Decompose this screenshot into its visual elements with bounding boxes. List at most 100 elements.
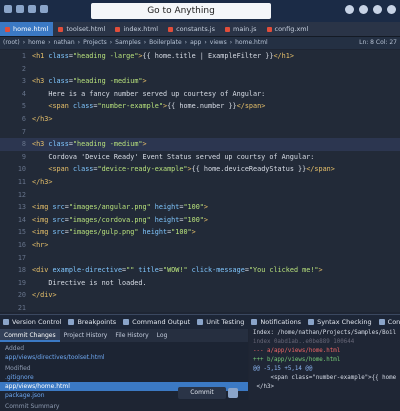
panel-tab-icon — [3, 319, 9, 325]
html5-icon — [266, 26, 272, 32]
panel-tab-breakpoints[interactable]: Breakpoints — [65, 315, 120, 329]
back-icon[interactable] — [16, 5, 24, 13]
panel-tab-icon — [123, 319, 130, 325]
tab-main-js[interactable]: main.js — [220, 22, 262, 36]
modified-label: Modified — [5, 365, 31, 372]
code-line: 12 — [0, 189, 400, 202]
html5-icon — [225, 26, 230, 32]
go-to-anything-search[interactable]: Go to Anything — [91, 3, 271, 19]
panel-tab-unit-testing[interactable]: Unit Testing — [194, 315, 248, 329]
diff-line: +++ b/app/views/home.html — [253, 357, 341, 363]
code-text: <span class="number-example">{{ home.num… — [48, 102, 266, 111]
code-text: <hr> — [32, 240, 49, 249]
line-number: 18 — [17, 266, 26, 275]
diff-line — [249, 392, 400, 400]
breadcrumb-item[interactable]: views — [207, 39, 230, 46]
panel-tab-icon — [197, 319, 204, 325]
line-number: 3 — [21, 77, 26, 86]
subtab-log[interactable]: Log — [153, 329, 172, 342]
layout-icon[interactable] — [373, 5, 382, 14]
diff-line: </h3> — [253, 384, 274, 390]
panel-tab-notifications[interactable]: Notifications — [248, 315, 305, 329]
html5-icon — [168, 26, 174, 32]
line-number: 9 — [21, 152, 26, 161]
added-label: Added — [5, 345, 25, 352]
panel-tab-label: Notifications — [260, 318, 302, 326]
panel-tab-console[interactable]: Console — [376, 315, 400, 329]
sync-icon[interactable] — [359, 5, 368, 14]
code-line: 4 Here is a fancy number served up court… — [0, 88, 400, 101]
code-text: Here is a fancy number served up courtes… — [32, 89, 266, 98]
code-text: </h3> — [32, 114, 53, 123]
breadcrumb-item[interactable]: app — [187, 39, 204, 46]
breadcrumb-item[interactable]: Samples — [112, 39, 144, 46]
subtab-project-history[interactable]: Project History — [60, 329, 112, 342]
breadcrumb-item[interactable]: home — [25, 39, 48, 46]
tab-home-html[interactable]: home.html — [0, 22, 54, 36]
code-line: 5 <span class="number-example">{{ home.n… — [0, 100, 400, 113]
code-editor[interactable]: 1 <h1 class="heading -large">{{ home.titl… — [0, 50, 400, 324]
panel-tab-syntax-checking[interactable]: Syntax Checking — [305, 315, 376, 329]
code-line: 19 Directive is not loaded. — [0, 277, 400, 290]
added-file[interactable]: app/views/directives/toolset.html — [0, 353, 248, 362]
code-line: 18 <div example-directive="" title="WOW!"… — [0, 264, 400, 277]
code-line: 9 Cordova 'Device Ready' Event Status se… — [0, 151, 400, 164]
code-line: 21 — [0, 302, 400, 315]
panel-tab-label: Syntax Checking — [317, 318, 372, 326]
line-number: 4 — [21, 89, 26, 98]
menu-icon[interactable] — [40, 5, 48, 13]
code-line: 2 — [0, 63, 400, 76]
subtab-commit-changes[interactable]: Commit Changes — [0, 329, 60, 342]
breadcrumb-item[interactable]: home.html — [232, 39, 271, 46]
line-number: 2 — [21, 64, 26, 73]
code-text: <img src="images/cordova.png" height="10… — [32, 215, 208, 224]
code-text: <h3 class="heading -medium"> — [32, 77, 147, 86]
panel-tab-icon — [68, 319, 75, 325]
line-number: 5 — [21, 102, 26, 111]
line-number: 14 — [17, 215, 26, 224]
breadcrumb-item[interactable]: (root) — [0, 39, 23, 46]
breadcrumb-item[interactable]: nathan — [51, 39, 78, 46]
diff-line: index 0abd1ab..e0be889 100644 — [253, 339, 355, 345]
tab-label: toolset.html — [66, 25, 106, 33]
line-number: 15 — [17, 228, 26, 237]
modified-file[interactable]: .gitignore — [0, 373, 248, 382]
tab-index-html[interactable]: index.html — [110, 22, 163, 36]
code-line: 6 </h3> — [0, 113, 400, 126]
subtab-file-history[interactable]: File History — [111, 329, 152, 342]
commit-summary-label: Commit Summary — [5, 403, 60, 410]
version-control-subtabs: Commit Changes Project History File Histor… — [0, 329, 248, 342]
panel-tab-command-output[interactable]: Command Output — [120, 315, 194, 329]
code-text: <img src="images/angular.png" height="10… — [32, 203, 208, 212]
settings-icon[interactable] — [345, 5, 354, 14]
code-line: 17 — [0, 252, 400, 265]
title-bar: Go to Anything — [0, 0, 400, 22]
code-line: 3 <h3 class="heading -medium"> — [0, 75, 400, 88]
code-line: 8 <h3 class="heading -medium"> — [0, 138, 400, 151]
commit-button[interactable]: Commit — [178, 387, 226, 399]
tab-toolset-html[interactable]: toolset.html — [53, 22, 110, 36]
diff-line: @@ -5,15 +5,14 @@ — [253, 366, 313, 372]
line-number: 20 — [17, 291, 26, 300]
toolbar-left-icons — [4, 5, 52, 15]
commit-options-icon[interactable] — [228, 388, 238, 398]
diff-view[interactable]: Index: /home/nathan/Projects/Samples/Boi… — [249, 329, 400, 400]
tab-label: main.js — [233, 25, 257, 33]
panel-tab-label: Console — [387, 318, 400, 326]
breadcrumb-item[interactable]: Boilerplate — [146, 39, 184, 46]
code-text: <span class="device-ready-example">{{ ho… — [48, 165, 335, 174]
line-number: 19 — [17, 278, 26, 287]
panel-tab-version-control[interactable]: Version Control — [0, 315, 65, 329]
code-line: 14 <img src="images/cordova.png" height="… — [0, 214, 400, 227]
toolbar-right-icons — [340, 5, 396, 16]
line-number: 12 — [17, 190, 26, 199]
tab-label: home.html — [13, 25, 49, 33]
user-icon[interactable] — [387, 5, 396, 14]
breadcrumb-item[interactable]: Projects — [80, 39, 110, 46]
code-text: </h3> — [32, 177, 53, 186]
editor-tabs: home.html toolset.html index.html constants… — [0, 22, 400, 37]
home-icon[interactable] — [4, 5, 12, 13]
forward-icon[interactable] — [28, 5, 36, 13]
tab-constants-js[interactable]: constants.js — [163, 22, 220, 36]
tab-config-xml[interactable]: config.xml — [262, 22, 314, 36]
